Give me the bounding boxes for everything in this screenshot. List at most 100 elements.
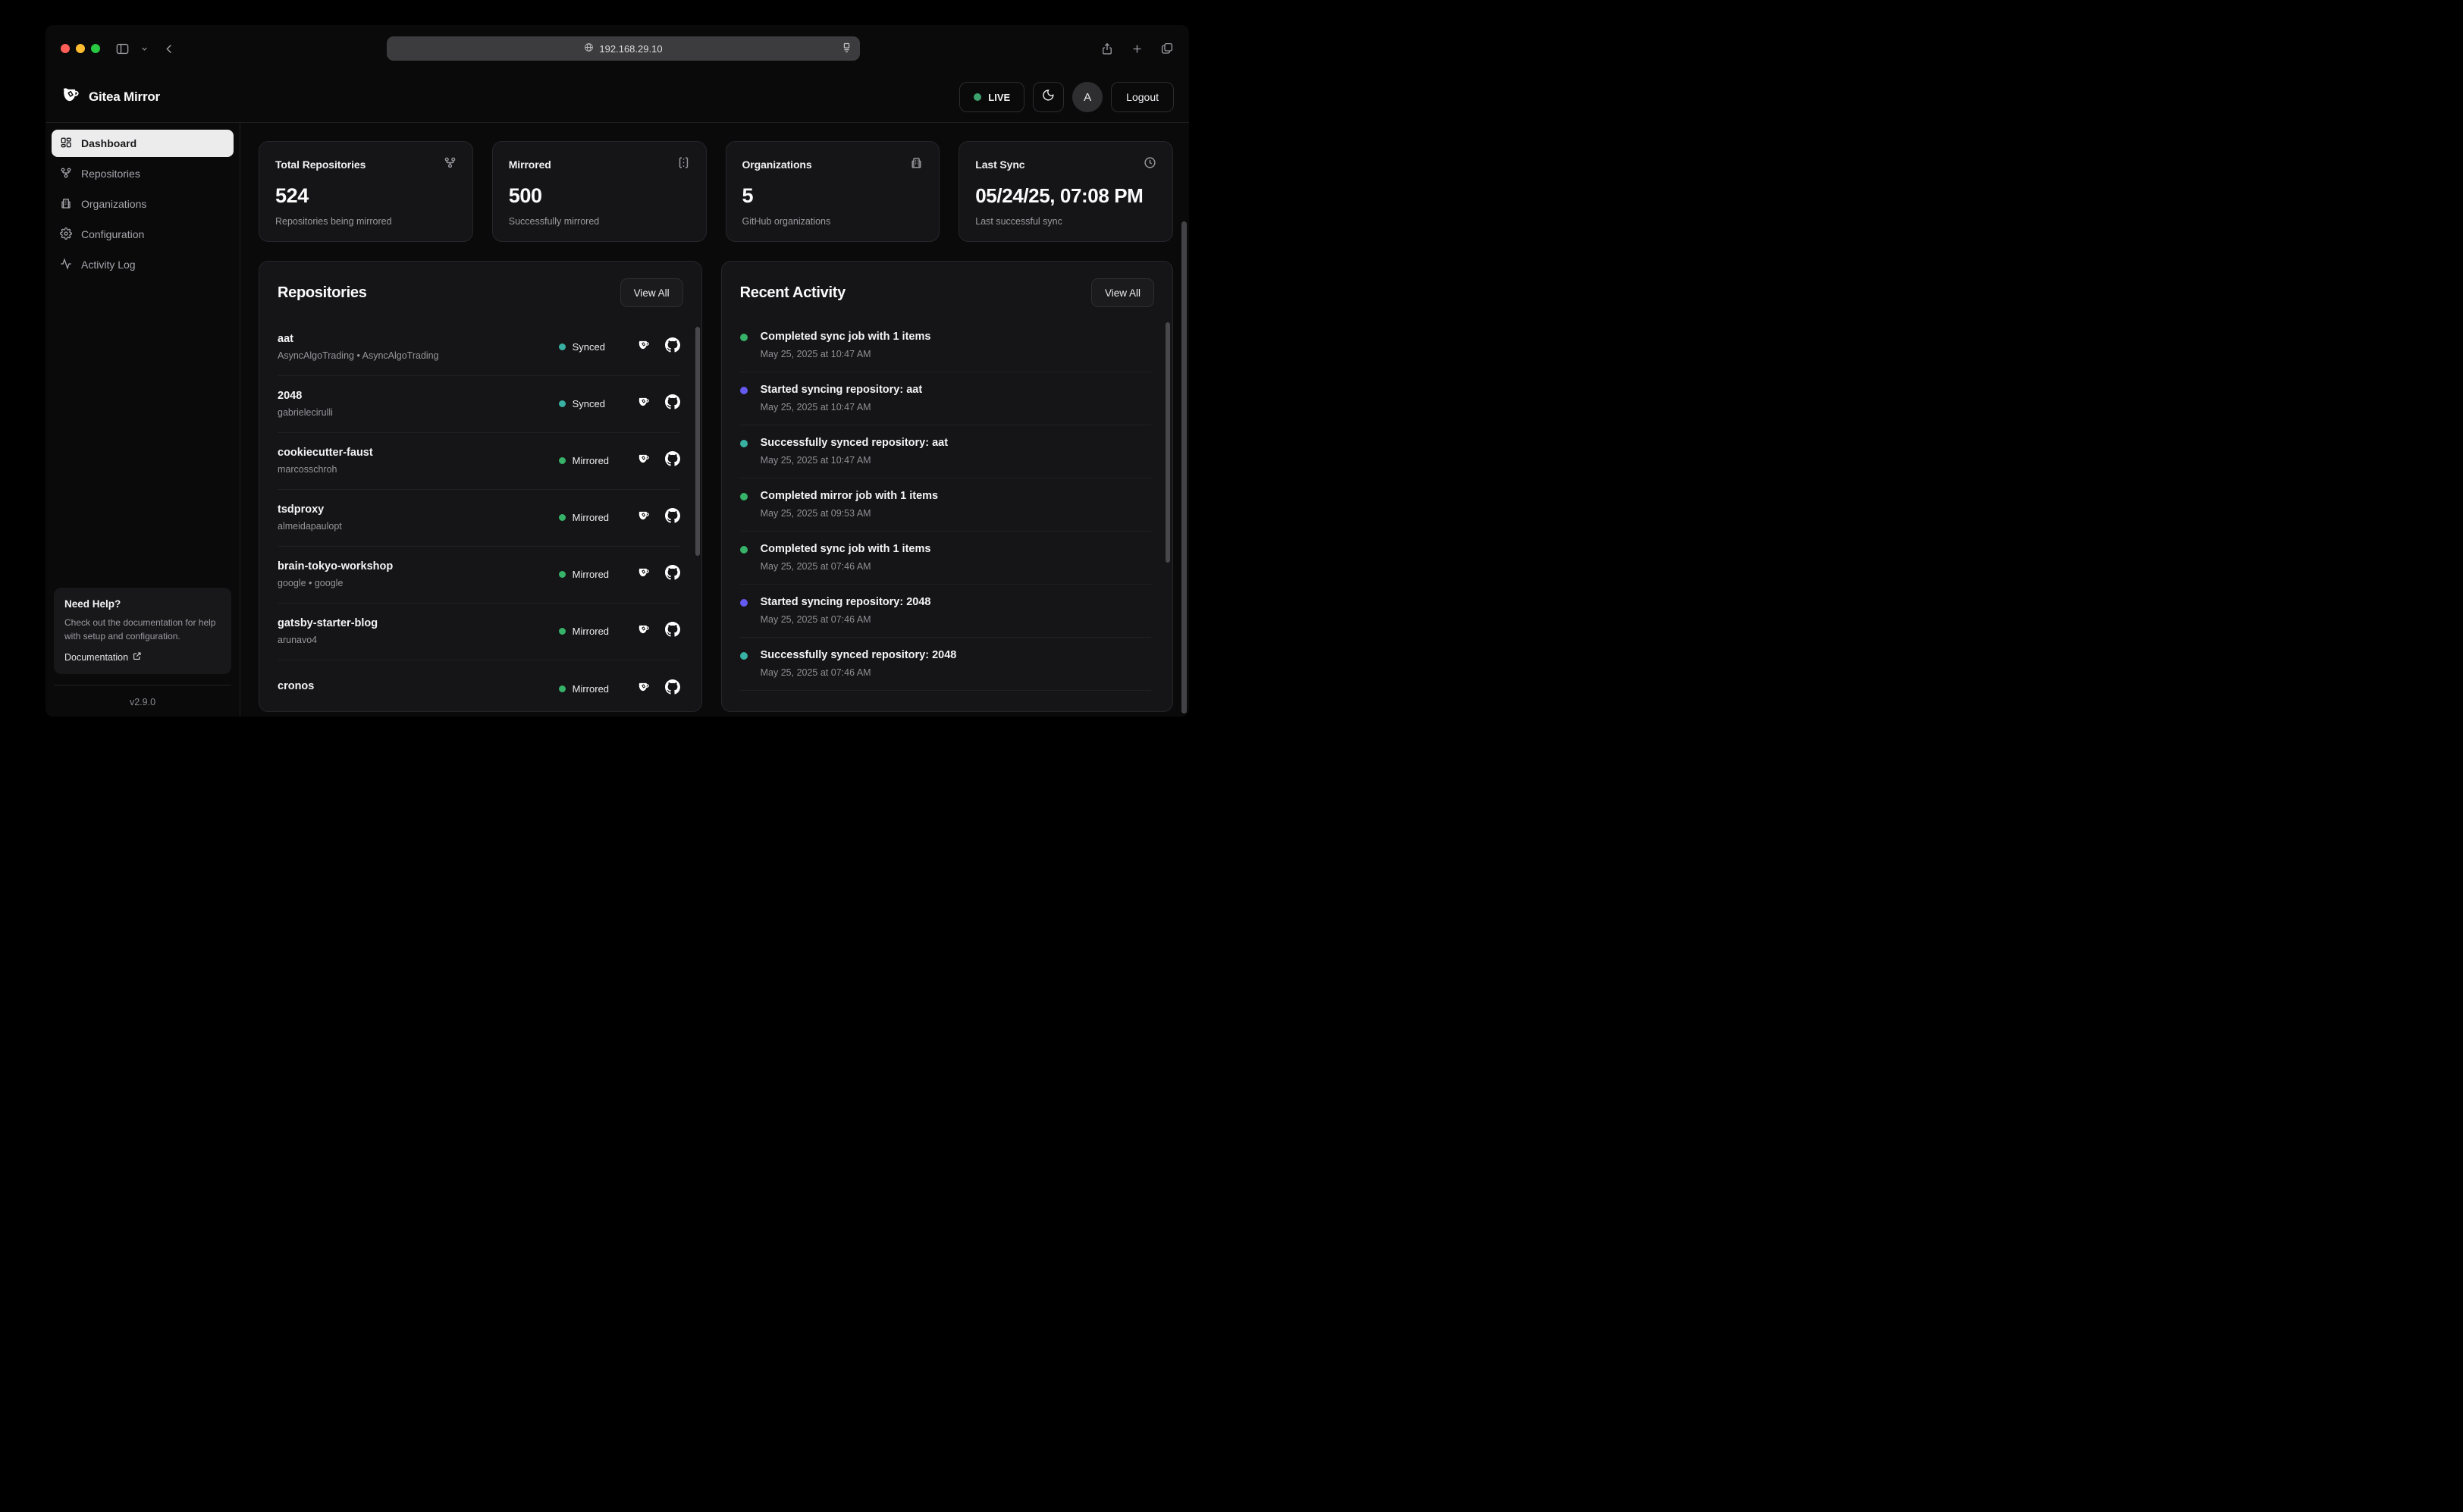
- github-link-icon[interactable]: [665, 622, 680, 641]
- status-dot: [559, 400, 566, 407]
- gitea-link-icon[interactable]: [637, 452, 651, 469]
- repo-row[interactable]: aat AsyncAlgoTrading • AsyncAlgoTrading …: [278, 319, 680, 376]
- activity-item: Completed sync job with 1 items May 25, …: [740, 532, 1151, 585]
- activity-text: Completed sync job with 1 items: [761, 543, 931, 555]
- repo-name: brain-tokyo-workshop: [278, 560, 559, 572]
- chevron-down-icon[interactable]: [140, 45, 149, 53]
- repo-owner: arunavo4: [278, 635, 559, 645]
- sidebar-item-organizations[interactable]: Organizations: [52, 190, 234, 218]
- stat-cards: Total Repositories 524 Repositories bein…: [259, 141, 1173, 242]
- gitea-link-icon[interactable]: [637, 395, 651, 413]
- activity-text: Successfully synced repository: 2048: [761, 649, 957, 661]
- repo-name: gatsby-starter-blog: [278, 617, 559, 629]
- documentation-link[interactable]: Documentation: [64, 651, 221, 663]
- dashboard-grid-icon: [60, 136, 72, 151]
- repo-name: cronos: [278, 680, 559, 692]
- activity-dot: [740, 493, 748, 500]
- mirror-icon: [677, 156, 690, 173]
- new-tab-icon[interactable]: [1131, 42, 1144, 56]
- github-link-icon[interactable]: [665, 337, 680, 356]
- reader-icon[interactable]: [841, 42, 852, 55]
- git-fork-icon: [444, 156, 457, 173]
- gitea-link-icon[interactable]: [637, 566, 651, 583]
- browser-window: 192.168.29.10 Gitea Mirror: [45, 25, 1189, 717]
- repo-owner: google • google: [278, 578, 559, 588]
- activity-view-all-button[interactable]: View All: [1091, 278, 1154, 307]
- status-dot: [559, 343, 566, 350]
- repo-name: 2048: [278, 390, 559, 402]
- repositories-view-all-button[interactable]: View All: [620, 278, 683, 307]
- repositories-scrollbar[interactable]: [695, 327, 700, 556]
- repo-row[interactable]: tsdproxy almeidapaulopt Mirrored: [278, 490, 680, 547]
- github-link-icon[interactable]: [665, 508, 680, 527]
- activity-time: May 25, 2025 at 10:47 AM: [761, 455, 1151, 466]
- repo-row[interactable]: 2048 gabrielecirulli Synced: [278, 376, 680, 433]
- traffic-lights: [61, 44, 100, 53]
- repo-row[interactable]: brain-tokyo-workshop google • google Mir…: [278, 547, 680, 604]
- share-icon[interactable]: [1100, 42, 1114, 56]
- need-help-body: Check out the documentation for help wit…: [64, 616, 221, 643]
- building-icon: [60, 197, 72, 212]
- github-link-icon[interactable]: [665, 565, 680, 584]
- live-status-badge[interactable]: LIVE: [959, 82, 1024, 112]
- repo-row[interactable]: cookiecutter-faust marcosschroh Mirrored: [278, 433, 680, 490]
- stat-value: 524: [275, 184, 457, 208]
- repo-name: tsdproxy: [278, 503, 559, 516]
- repo-row[interactable]: gatsby-starter-blog arunavo4 Mirrored: [278, 604, 680, 660]
- status-label: Mirrored: [573, 455, 609, 466]
- activity-dot: [740, 387, 748, 394]
- gear-icon: [60, 227, 72, 242]
- sidebar-toggle-icon[interactable]: [115, 42, 130, 56]
- back-button[interactable]: [164, 42, 175, 55]
- globe-icon: [584, 42, 594, 55]
- gitea-link-icon[interactable]: [637, 680, 651, 698]
- stat-value: 5: [742, 184, 924, 208]
- theme-toggle-button[interactable]: [1033, 82, 1064, 112]
- activity-dot: [740, 599, 748, 607]
- address-bar[interactable]: 192.168.29.10: [387, 36, 860, 61]
- avatar[interactable]: A: [1072, 82, 1103, 112]
- gitea-link-icon[interactable]: [637, 338, 651, 356]
- activity-item: Started syncing repository: aat May 25, …: [740, 372, 1151, 425]
- app-header: Gitea Mirror LIVE A Logout: [45, 72, 1189, 123]
- activity-dot: [740, 334, 748, 341]
- close-window-button[interactable]: [61, 44, 70, 53]
- stat-card-mirrored: Mirrored 500 Successfully mirrored: [492, 141, 707, 242]
- browser-titlebar: 192.168.29.10: [45, 25, 1189, 72]
- window-scrollbar[interactable]: [1181, 221, 1187, 714]
- gitea-link-icon[interactable]: [637, 623, 651, 640]
- gitea-link-icon[interactable]: [637, 509, 651, 526]
- github-link-icon[interactable]: [665, 679, 680, 698]
- stat-value: 05/24/25, 07:08 PM: [975, 184, 1156, 208]
- activity-time: May 25, 2025 at 07:46 AM: [761, 561, 1151, 572]
- sidebar-item-configuration[interactable]: Configuration: [52, 221, 234, 248]
- logout-button[interactable]: Logout: [1111, 82, 1174, 112]
- status-dot: [559, 571, 566, 578]
- activity-pulse-icon: [60, 258, 72, 272]
- sidebar: Dashboard Repositories Organizations Con…: [45, 123, 240, 717]
- activity-text: Started syncing repository: aat: [761, 384, 923, 396]
- tab-overview-icon[interactable]: [1160, 42, 1174, 56]
- zoom-window-button[interactable]: [91, 44, 100, 53]
- activity-item: Started syncing repository: 2048 May 25,…: [740, 585, 1151, 638]
- activity-time: May 25, 2025 at 10:47 AM: [761, 402, 1151, 413]
- repositories-panel: Repositories View All aat AsyncAlgoTradi…: [259, 261, 702, 712]
- recent-activity-panel-title: Recent Activity: [740, 284, 846, 302]
- activity-list: Completed sync job with 1 items May 25, …: [722, 319, 1172, 711]
- stat-title: Mirrored: [509, 158, 551, 171]
- minimize-window-button[interactable]: [76, 44, 85, 53]
- sidebar-item-repositories[interactable]: Repositories: [52, 160, 234, 187]
- stat-card-total-repositories: Total Repositories 524 Repositories bein…: [259, 141, 473, 242]
- github-link-icon[interactable]: [665, 451, 680, 470]
- status-label: Mirrored: [573, 512, 609, 523]
- github-link-icon[interactable]: [665, 394, 680, 413]
- app-brand[interactable]: Gitea Mirror: [61, 85, 160, 109]
- sidebar-item-activity-log[interactable]: Activity Log: [52, 251, 234, 278]
- activity-scrollbar[interactable]: [1166, 322, 1170, 563]
- url-text: 192.168.29.10: [599, 43, 662, 55]
- status-dot: [559, 685, 566, 692]
- repo-owner: AsyncAlgoTrading • AsyncAlgoTrading: [278, 350, 559, 361]
- sidebar-item-dashboard[interactable]: Dashboard: [52, 130, 234, 157]
- repo-row[interactable]: cronos Mirrored: [278, 660, 680, 711]
- stat-value: 500: [509, 184, 690, 208]
